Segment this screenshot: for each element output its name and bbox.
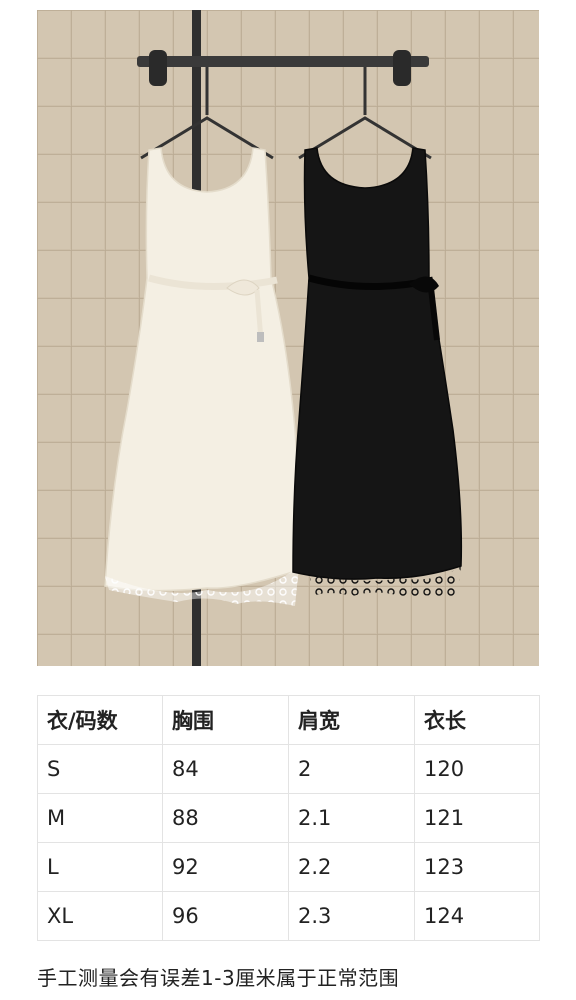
header-size: 衣/码数: [37, 695, 163, 745]
cell-size: S: [37, 744, 163, 794]
cell-bust: 88: [162, 793, 289, 843]
cell-shoulder: 2.2: [288, 842, 415, 892]
cell-size: L: [37, 842, 163, 892]
header-length: 衣长: [414, 695, 540, 745]
table-row: L 92 2.2 123: [37, 842, 540, 892]
size-table: 衣/码数 胸围 肩宽 衣长 S 84 2 120 M 88 2.1 121 L …: [37, 695, 540, 941]
cell-shoulder: 2.1: [288, 793, 415, 843]
cell-length: 121: [414, 793, 540, 843]
header-shoulder: 肩宽: [288, 695, 415, 745]
cell-shoulder: 2.3: [288, 891, 415, 941]
table-row: XL 96 2.3 124: [37, 891, 540, 941]
cell-shoulder: 2: [288, 744, 415, 794]
table-row: M 88 2.1 121: [37, 793, 540, 843]
cell-size: XL: [37, 891, 163, 941]
cell-length: 120: [414, 744, 540, 794]
header-bust: 胸围: [162, 695, 289, 745]
cell-length: 123: [414, 842, 540, 892]
cell-length: 124: [414, 891, 540, 941]
table-header-row: 衣/码数 胸围 肩宽 衣长: [37, 695, 540, 745]
cell-size: M: [37, 793, 163, 843]
measurement-note: 手工测量会有误差1-3厘米属于正常范围: [37, 966, 400, 990]
cell-bust: 84: [162, 744, 289, 794]
product-photo: [37, 10, 539, 666]
cell-bust: 92: [162, 842, 289, 892]
table-row: S 84 2 120: [37, 744, 540, 794]
cell-bust: 96: [162, 891, 289, 941]
